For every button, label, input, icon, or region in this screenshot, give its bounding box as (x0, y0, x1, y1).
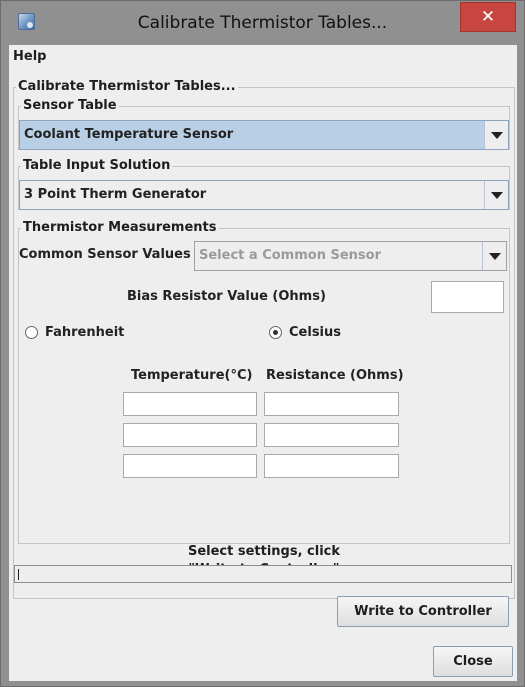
status-line-1: Select settings, click (187, 544, 341, 559)
thermistor-measurements-group: Thermistor Measurements Common Sensor Va… (18, 220, 510, 544)
common-sensor-label: Common Sensor Values (19, 247, 191, 262)
calibrate-group: Calibrate Thermistor Tables... Sensor Ta… (13, 79, 515, 599)
temperature-column-header: Temperature(°C) (131, 368, 253, 383)
table-input-select[interactable]: 3 Point Therm Generator (19, 180, 509, 210)
common-sensor-select[interactable]: Select a Common Sensor (194, 241, 507, 271)
close-icon: ✕ (480, 7, 496, 27)
bias-resistor-label: Bias Resistor Value (Ohms) (127, 289, 326, 304)
bias-resistor-input[interactable] (431, 281, 504, 313)
common-sensor-placeholder: Select a Common Sensor (199, 248, 381, 263)
celsius-label[interactable]: Celsius (289, 325, 341, 340)
calibrate-group-title: Calibrate Thermistor Tables... (16, 79, 238, 95)
table-input-dropdown-button[interactable] (484, 181, 508, 209)
title-bar[interactable]: Calibrate Thermistor Tables... ✕ (1, 1, 524, 45)
temperature-input-3[interactable] (123, 454, 257, 478)
celsius-radio[interactable] (269, 326, 282, 339)
progress-bar (14, 565, 512, 583)
sensor-table-value: Coolant Temperature Sensor (24, 127, 234, 142)
sensor-table-dropdown-button[interactable] (484, 121, 508, 149)
resistance-column-header: Resistance (Ohms) (266, 368, 404, 383)
resistance-input-2[interactable] (264, 423, 399, 447)
close-button[interactable]: Close (433, 646, 513, 677)
menu-help[interactable]: Help (13, 49, 46, 64)
temperature-input-1[interactable] (123, 392, 257, 416)
dialog-window: Calibrate Thermistor Tables... ✕ Help Ca… (0, 0, 525, 687)
temperature-input-2[interactable] (123, 423, 257, 447)
sensor-table-select[interactable]: Coolant Temperature Sensor (19, 120, 509, 150)
table-input-value: 3 Point Therm Generator (24, 187, 207, 202)
close-window-button[interactable]: ✕ (460, 2, 516, 32)
progress-caret (18, 569, 19, 580)
resistance-input-3[interactable] (264, 454, 399, 478)
write-to-controller-button[interactable]: Write to Controller (337, 596, 509, 627)
window-title: Calibrate Thermistor Tables... (137, 13, 388, 33)
table-input-legend: Table Input Solution (21, 158, 173, 174)
chevron-down-icon (491, 132, 503, 139)
menu-bar: Help (9, 45, 517, 69)
sensor-table-legend: Sensor Table (21, 98, 119, 114)
common-sensor-dropdown-button[interactable] (482, 242, 506, 270)
resistance-input-1[interactable] (264, 392, 399, 416)
fahrenheit-label[interactable]: Fahrenheit (45, 325, 124, 340)
table-input-group: Table Input Solution 3 Point Therm Gener… (18, 158, 510, 210)
dialog-content: Help Calibrate Thermistor Tables... Sens… (9, 45, 517, 681)
fahrenheit-radio[interactable] (25, 326, 38, 339)
thermistor-measurements-legend: Thermistor Measurements (21, 220, 219, 236)
chevron-down-icon (491, 192, 503, 199)
sensor-table-group: Sensor Table Coolant Temperature Sensor (18, 98, 510, 150)
chevron-down-icon (489, 253, 501, 260)
